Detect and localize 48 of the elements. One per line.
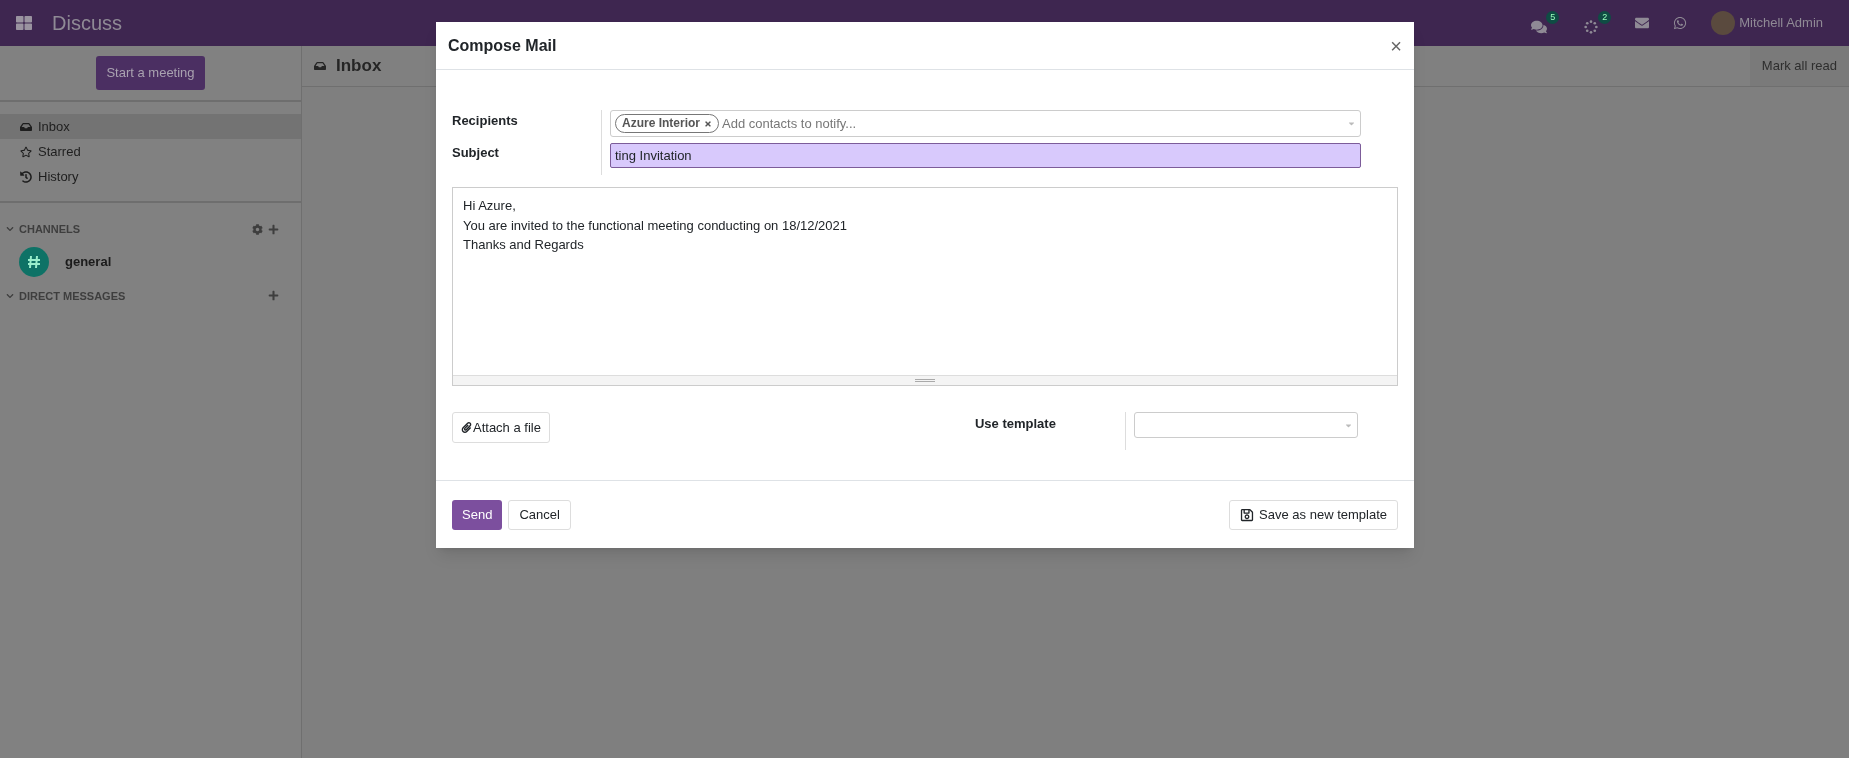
recipients-placeholder: Add contacts to notify... xyxy=(722,114,857,133)
cancel-button[interactable]: Cancel xyxy=(508,499,571,530)
message-body-editor[interactable]: Hi Azure, You are invited to the functional meeting conducting on 18/12/2021 Thanks and Regards xyxy=(452,187,1398,386)
messages-button[interactable]: 5 xyxy=(1531,11,1560,35)
messages-count-badge: 5 xyxy=(1546,11,1560,24)
caret-icon xyxy=(1347,119,1356,128)
attach-file-button[interactable]: Attach a file xyxy=(452,412,550,443)
chevron-icon[interactable] xyxy=(6,225,14,234)
activities-button[interactable]: 2 xyxy=(1583,11,1612,35)
sidebar-item[interactable]: Inbox xyxy=(0,114,301,139)
sidebar-item[interactable]: Starred xyxy=(0,139,301,164)
user-avatar[interactable] xyxy=(1711,11,1736,35)
body-text-line: Hi Azure, xyxy=(463,197,517,215)
use-template-label: Use template xyxy=(974,415,1057,433)
body-text-line: Thanks and Regards xyxy=(463,236,585,254)
body-text-line: You are invited to the functional meeting conducting on 18/12/2021 xyxy=(463,216,849,235)
whatsapp-icon[interactable] xyxy=(1673,16,1688,30)
recipients-field[interactable]: Azure Interior Add contacts to notify... xyxy=(610,110,1361,137)
send-button[interactable]: Send xyxy=(452,499,503,530)
apps-menu-icon[interactable] xyxy=(16,15,32,31)
sidebar-item[interactable]: History xyxy=(0,164,301,189)
start-meeting-button[interactable]: Start a meeting xyxy=(96,56,205,90)
history-icon xyxy=(20,170,32,183)
settings-icon[interactable] xyxy=(252,223,263,235)
mark-all-read-button[interactable]: Mark all read xyxy=(1749,46,1849,86)
remove-icon[interactable] xyxy=(704,119,712,128)
template-select[interactable] xyxy=(1133,412,1358,438)
user-name[interactable]: Mitchell Admin xyxy=(1739,13,1823,33)
chevron-icon[interactable] xyxy=(6,291,14,300)
inbox-icon xyxy=(314,60,326,72)
subject-label: Subject xyxy=(452,144,500,162)
add-icon[interactable] xyxy=(268,223,279,235)
paperclip-icon xyxy=(461,422,472,433)
inbox-icon xyxy=(20,120,32,133)
activities-count-badge: 2 xyxy=(1598,11,1612,24)
recipients-label: Recipients xyxy=(452,112,519,130)
close-button[interactable]: × xyxy=(1390,35,1402,56)
channel-item[interactable]: general xyxy=(0,245,301,278)
subject-field[interactable]: ting Invitation xyxy=(610,143,1361,168)
dialog-title: Compose Mail xyxy=(448,35,557,56)
envelope-icon[interactable] xyxy=(1635,16,1650,30)
save-template-button[interactable]: Save as new template xyxy=(1229,499,1398,530)
hashtag-icon xyxy=(19,246,49,277)
inbox-title: Inbox xyxy=(336,55,382,78)
app-title: Discuss xyxy=(52,11,122,36)
chat-icon xyxy=(1531,19,1548,35)
add-icon[interactable] xyxy=(268,290,279,302)
star-icon xyxy=(20,145,32,158)
